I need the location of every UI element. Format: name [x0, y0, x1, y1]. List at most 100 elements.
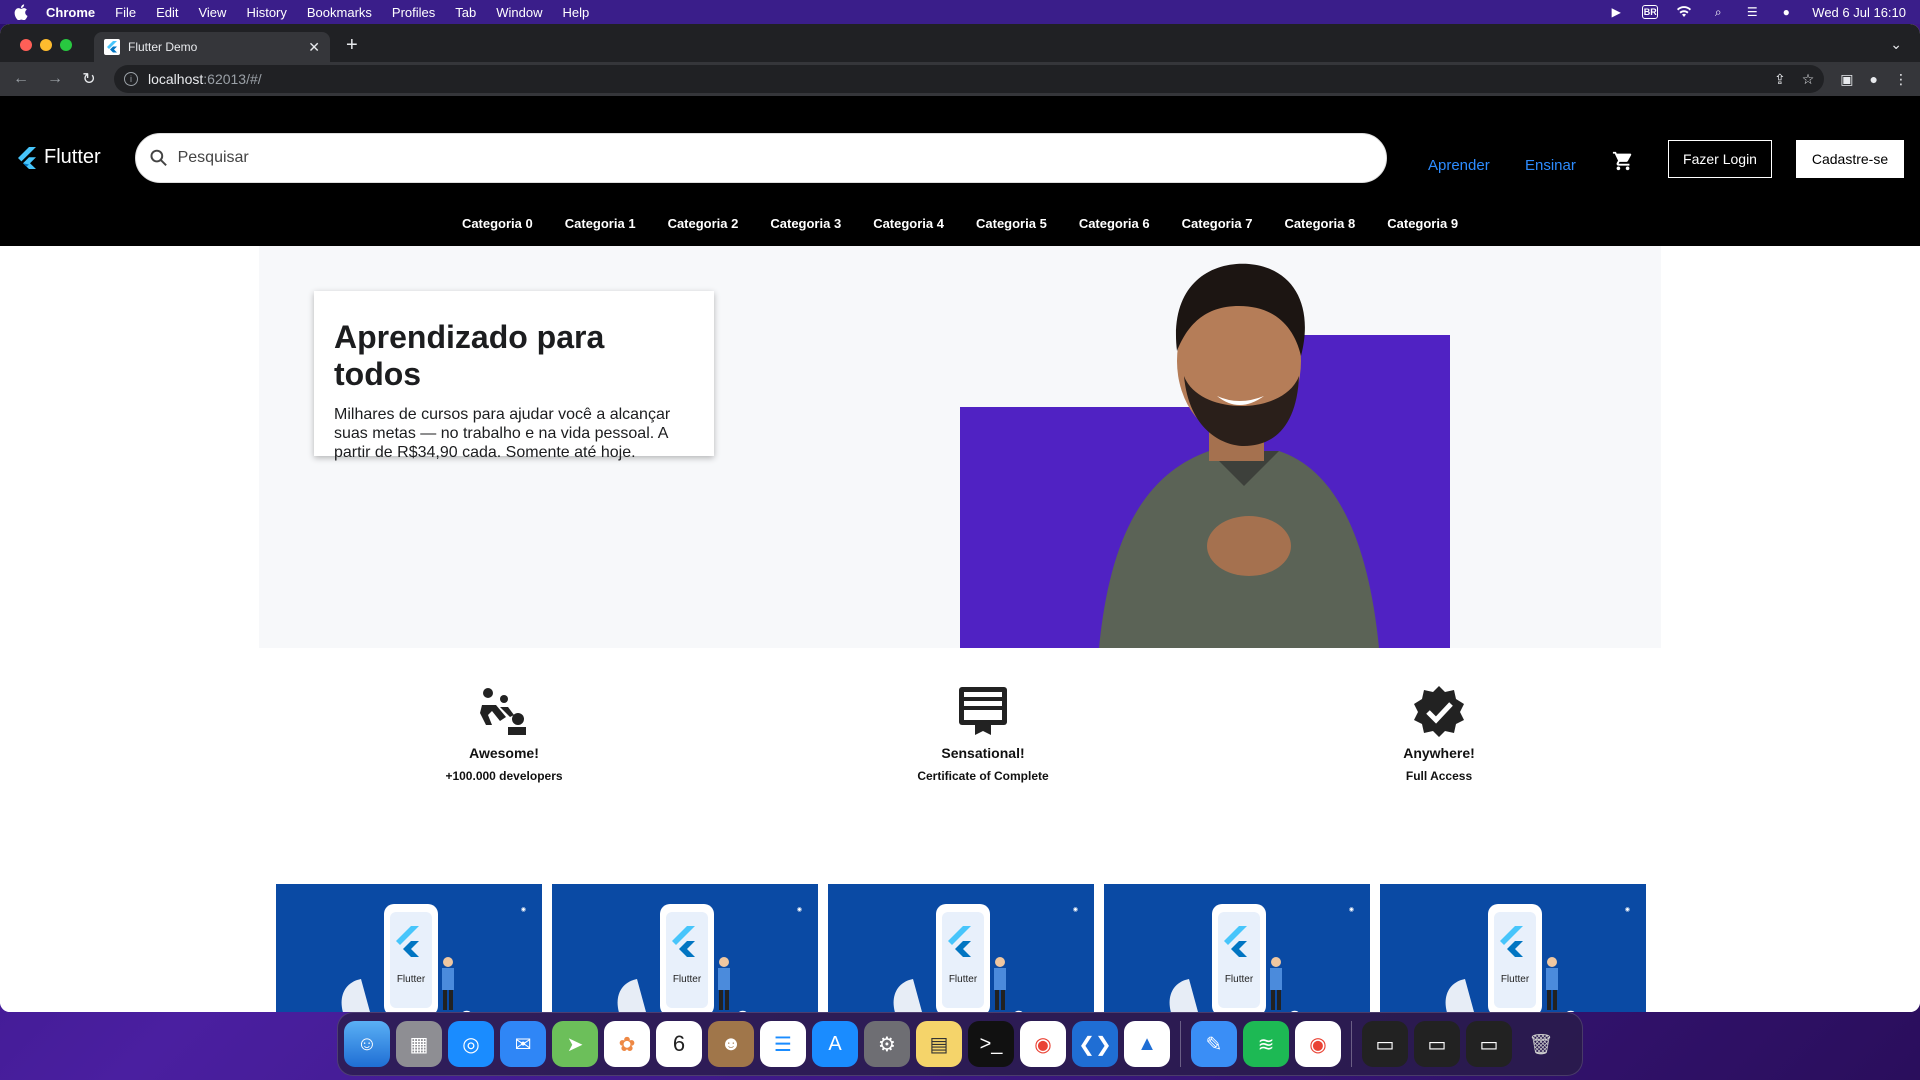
address-bar[interactable]: i localhost :62013/#/ ⇪ ☆ [114, 65, 1825, 93]
photos-icon[interactable]: ✿ [604, 1021, 650, 1067]
close-tab-icon[interactable]: ✕ [308, 39, 320, 56]
window-controls [20, 39, 72, 51]
category-link[interactable]: Categoria 9 [1371, 216, 1474, 231]
tab-search-chevron-icon[interactable]: ⌄ [1890, 36, 1902, 53]
mail-icon[interactable]: ✉ [500, 1021, 546, 1067]
menu-file[interactable]: File [115, 5, 136, 20]
course-card-label: Flutter [1501, 974, 1530, 985]
login-button[interactable]: Fazer Login [1668, 140, 1772, 178]
hero-text: Milhares de cursos para ajudar você a al… [334, 406, 671, 461]
url-path: :62013/#/ [203, 71, 262, 87]
course-card[interactable]: Flutter ◉ [1380, 884, 1646, 1012]
course-card[interactable]: Flutter ◉ [552, 884, 818, 1012]
menu-app-name[interactable]: Chrome [46, 5, 95, 20]
feature-title: Awesome! [469, 745, 539, 761]
category-link[interactable]: Categoria 0 [446, 216, 549, 231]
menu-tab[interactable]: Tab [455, 5, 476, 20]
reminders-icon[interactable]: ☰ [760, 1021, 806, 1067]
xcode-icon[interactable]: ✎ [1191, 1021, 1237, 1067]
maps-icon[interactable]: ➤ [552, 1021, 598, 1067]
course-brand-icon: ◉ [1072, 907, 1078, 913]
reload-icon[interactable]: ↻ [80, 69, 98, 89]
course-brand-icon: ◉ [1348, 907, 1354, 913]
hero-card: Aprendizado para todos Milhares de curso… [314, 291, 714, 461]
teach-link[interactable]: Ensinar [1525, 157, 1576, 174]
course-brand-icon: ◉ [1624, 907, 1630, 913]
signup-button[interactable]: Cadastre-se [1796, 140, 1904, 178]
system-settings-icon[interactable]: ⚙ [864, 1021, 910, 1067]
android-studio-icon[interactable]: ▲ [1124, 1021, 1170, 1067]
course-card[interactable]: Flutter ◉ [276, 884, 542, 1012]
notes-icon[interactable]: ▤ [916, 1021, 962, 1067]
clock[interactable]: Wed 6 Jul 16:10 [1812, 5, 1906, 20]
new-tab-button[interactable]: + [346, 34, 358, 57]
category-link[interactable]: Categoria 1 [549, 216, 652, 231]
minimized-window-vscode-icon[interactable]: ▭ [1466, 1021, 1512, 1067]
minimized-window-spotify-icon[interactable]: ▭ [1414, 1021, 1460, 1067]
flutter-course-thumbnail: Flutter [1169, 904, 1299, 1012]
menu-profiles[interactable]: Profiles [392, 5, 435, 20]
feature-title: Sensational! [941, 745, 1025, 761]
profile-icon[interactable]: ● [1870, 71, 1878, 87]
category-link[interactable]: Categoria 2 [652, 216, 755, 231]
course-card[interactable]: Flutter ◉ [1104, 884, 1370, 1012]
bookmark-star-icon[interactable]: ☆ [1802, 71, 1815, 88]
close-window-button[interactable] [20, 39, 32, 51]
category-link[interactable]: Categoria 8 [1268, 216, 1371, 231]
menu-view[interactable]: View [198, 5, 226, 20]
menu-edit[interactable]: Edit [156, 5, 178, 20]
more-menu-icon[interactable]: ⋮ [1894, 71, 1908, 88]
vscode-icon[interactable]: ❮❯ [1072, 1021, 1118, 1067]
search-icon [150, 149, 167, 167]
calendar-icon[interactable]: 6 [656, 1021, 702, 1067]
category-link[interactable]: Categoria 3 [754, 216, 857, 231]
control-center-icon[interactable]: ☰ [1744, 5, 1760, 19]
zoom-window-button[interactable] [60, 39, 72, 51]
side-panel-icon[interactable]: ▣ [1840, 71, 1853, 88]
menu-history[interactable]: History [246, 5, 286, 20]
chrome-profile-icon[interactable]: ◉ [1295, 1021, 1341, 1067]
forward-arrow-icon[interactable]: → [46, 70, 64, 88]
spotify-icon[interactable]: ≋ [1243, 1021, 1289, 1067]
safari-icon[interactable]: ◎ [448, 1021, 494, 1067]
feature-subtitle: +100.000 developers [445, 769, 563, 783]
finder-icon[interactable]: ☺ [344, 1021, 390, 1067]
course-card[interactable]: Flutter ◉ [828, 884, 1094, 1012]
shopping-cart-icon[interactable] [1612, 150, 1634, 172]
share-icon[interactable]: ⇪ [1774, 71, 1786, 88]
launchpad-icon[interactable]: ▦ [396, 1021, 442, 1067]
category-link[interactable]: Categoria 6 [1063, 216, 1166, 231]
app-store-icon[interactable]: A [812, 1021, 858, 1067]
search-input[interactable] [177, 149, 1372, 167]
search-bar[interactable] [135, 133, 1387, 183]
category-link[interactable]: Categoria 7 [1166, 216, 1269, 231]
terminal-icon[interactable]: >_ [968, 1021, 1014, 1067]
menu-window[interactable]: Window [496, 5, 542, 20]
category-link[interactable]: Categoria 5 [960, 216, 1063, 231]
spotlight-search-icon[interactable]: ⌕ [1710, 5, 1726, 19]
flutter-logo[interactable]: Flutter [18, 146, 101, 169]
hero-person-image [1099, 263, 1379, 648]
menu-bookmarks[interactable]: Bookmarks [307, 5, 372, 20]
category-link[interactable]: Categoria 4 [857, 216, 960, 231]
dock-separator [1180, 1021, 1181, 1067]
input-source-badge[interactable]: BR [1642, 5, 1659, 19]
apple-icon[interactable] [14, 4, 28, 20]
back-arrow-icon[interactable]: ← [12, 70, 30, 88]
siri-icon[interactable]: ● [1778, 5, 1794, 19]
play-status-icon[interactable]: ▶ [1608, 5, 1624, 19]
contacts-icon[interactable]: ☻ [708, 1021, 754, 1067]
site-info-icon[interactable]: i [124, 72, 138, 86]
trash-icon[interactable]: 🗑 [1518, 1021, 1564, 1067]
minimize-window-button[interactable] [40, 39, 52, 51]
minimized-window-chrome-icon[interactable]: ▭ [1362, 1021, 1408, 1067]
browser-tab[interactable]: Flutter Demo ✕ [94, 32, 330, 62]
chrome-icon[interactable]: ◉ [1020, 1021, 1066, 1067]
browser-window: Flutter Demo ✕ + ⌄ ← → ↻ i localhost :62… [0, 24, 1920, 1012]
wifi-icon[interactable] [1676, 5, 1692, 19]
app-header: Flutter Aprender Ensinar Fazer Login Cad… [0, 96, 1920, 246]
certificate-icon [959, 687, 1007, 735]
learn-link[interactable]: Aprender [1428, 157, 1490, 174]
menu-help[interactable]: Help [563, 5, 590, 20]
course-carousel: Flutter ◉ Flutter ◉ Flutter ◉ Flutter ◉ … [276, 884, 1646, 1012]
